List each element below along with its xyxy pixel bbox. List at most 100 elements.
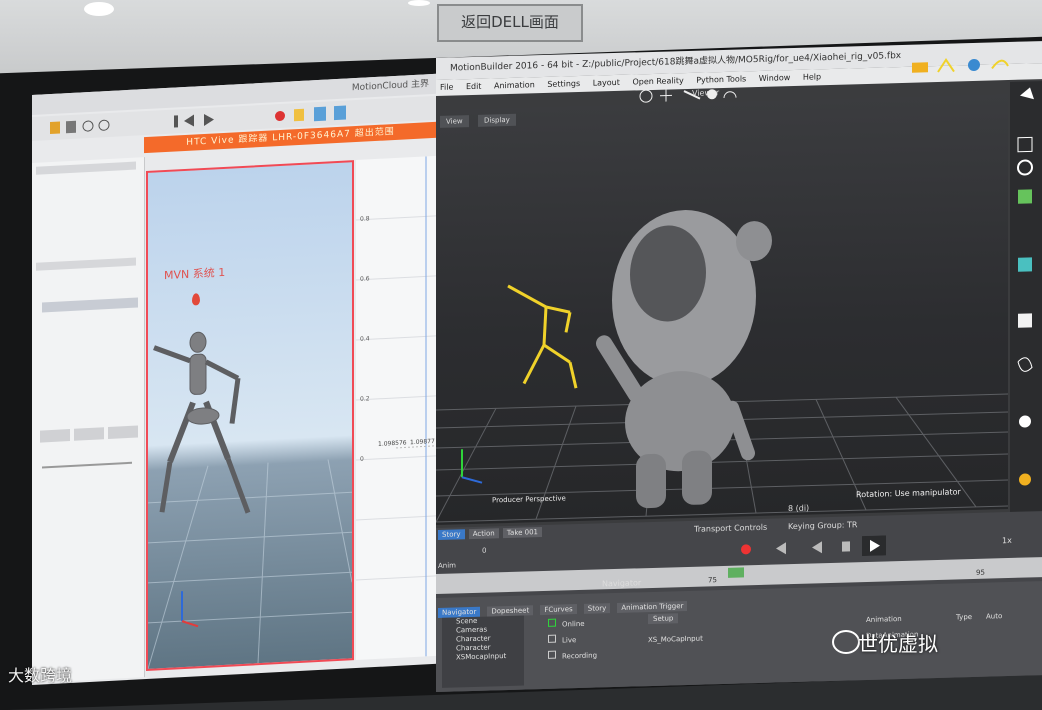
live-label: Live: [562, 636, 576, 644]
tab-story[interactable]: Story: [584, 603, 611, 614]
path-icon[interactable]: [992, 60, 1008, 68]
setup-tab[interactable]: Setup: [648, 613, 678, 624]
rewind-icon[interactable]: [184, 115, 194, 128]
right-label[interactable]: Animation: [866, 615, 902, 624]
tab-take[interactable]: Take 001: [503, 527, 542, 538]
left-monitor-screen: MotionCloud 主界 HTC Vive 跟踪器 LHR-0F3646A7…: [32, 74, 437, 685]
undo-icon[interactable]: [83, 121, 93, 132]
save-icon[interactable]: [66, 121, 76, 134]
selected-row[interactable]: [42, 297, 138, 312]
left-properties-panel: [32, 157, 145, 683]
scale-icon[interactable]: [1018, 189, 1032, 203]
panel-button[interactable]: [74, 427, 104, 441]
tick-label: 0.4: [360, 335, 370, 343]
device-checks[interactable]: Online Live Recording: [548, 616, 597, 665]
device-name: XS_MoCapInput: [648, 635, 703, 645]
tab-action[interactable]: Action: [469, 528, 499, 539]
menu-open-reality[interactable]: Open Reality: [632, 76, 683, 86]
ceiling-light: [84, 2, 114, 16]
rotate-icon[interactable]: [724, 92, 736, 98]
playback-controls[interactable]: [616, 535, 886, 563]
figure-icon[interactable]: [334, 106, 346, 121]
menu-file[interactable]: File: [440, 83, 453, 92]
scene-tree[interactable]: Scene Cameras Character Character XSMoca…: [442, 616, 524, 688]
tab-dopesheet[interactable]: Dopesheet: [487, 605, 533, 616]
timeline-tick: 75: [708, 576, 717, 584]
curve-icon[interactable]: [1018, 358, 1032, 372]
rotate-icon[interactable]: [1018, 160, 1032, 174]
ceiling-light: [408, 0, 430, 6]
transport-tabs[interactable]: Story Action Take 001: [438, 527, 544, 540]
light-icon[interactable]: [1019, 473, 1031, 485]
menu-edit[interactable]: Edit: [466, 82, 482, 91]
right-label[interactable]: Auto: [986, 612, 1002, 620]
graph-value: 1.098576: [378, 439, 407, 448]
tree-item[interactable]: XSMocapInput: [456, 652, 524, 663]
tab-animation-trigger[interactable]: Animation Trigger: [617, 601, 687, 613]
graph-grid: [356, 156, 436, 660]
mb-right-toolbar[interactable]: [1010, 81, 1042, 522]
checkbox-icon[interactable]: [548, 651, 556, 659]
layers-icon[interactable]: [912, 62, 928, 72]
tab-fcurves[interactable]: FCurves: [540, 604, 576, 615]
menu-window[interactable]: Window: [759, 73, 791, 83]
recording-label: Recording: [562, 652, 597, 661]
viewer-scene: [436, 94, 1008, 525]
timeline-tick: 95: [976, 569, 985, 577]
mvn-3d-viewport[interactable]: MVN 系统 1: [146, 160, 354, 671]
panel-button[interactable]: [108, 425, 138, 439]
hand-icon[interactable]: [294, 109, 304, 122]
skip-start-icon[interactable]: [174, 115, 178, 127]
graph-value: 1.09877: [410, 438, 435, 446]
step-back-icon[interactable]: [776, 542, 786, 554]
checkbox-online[interactable]: Online: [548, 616, 597, 633]
character-icon[interactable]: [1018, 257, 1032, 271]
checkbox-recording[interactable]: Recording: [548, 648, 597, 665]
checkbox-icon[interactable]: [548, 619, 556, 627]
menu-animation[interactable]: Animation: [494, 80, 535, 90]
checkbox-live[interactable]: Live: [548, 632, 597, 649]
record-icon[interactable]: [275, 111, 285, 122]
orbit-icon[interactable]: [640, 90, 652, 102]
tick-label: 0.2: [360, 395, 370, 403]
tick-label: 0.6: [360, 275, 370, 283]
axis-gizmo: [182, 590, 198, 627]
folder-icon[interactable]: [50, 122, 60, 135]
node-icon[interactable]: [968, 59, 980, 71]
speed-selector[interactable]: 1x: [1002, 536, 1012, 545]
slider-track[interactable]: [42, 462, 132, 469]
online-label: Online: [562, 620, 585, 629]
menu-python-tools[interactable]: Python Tools: [696, 74, 746, 84]
select-icon[interactable]: [1020, 87, 1034, 99]
menu-settings[interactable]: Settings: [547, 79, 580, 89]
menu-layout[interactable]: Layout: [593, 78, 620, 88]
record-icon[interactable]: [741, 544, 751, 554]
curve-graph-panel[interactable]: 0.8 0.6 0.4 0.2 0 1.098576 1.09877: [356, 156, 436, 660]
left-app-title: MotionCloud 主界: [352, 74, 429, 98]
watermark-left: 大数跨境: [8, 662, 72, 686]
tool-icons[interactable]: [1010, 81, 1042, 522]
tab-story[interactable]: Story: [438, 529, 465, 540]
sphere-icon[interactable]: [707, 89, 717, 99]
sphere-icon[interactable]: [1019, 415, 1031, 427]
peak-icon[interactable]: [938, 60, 954, 72]
mb-3d-viewer[interactable]: View Display: [436, 94, 1008, 525]
frame-value[interactable]: 0: [482, 547, 486, 555]
transport-label: Transport Controls: [694, 523, 767, 534]
menu-help[interactable]: Help: [803, 72, 821, 82]
panel-button[interactable]: [40, 429, 70, 443]
figure-icon[interactable]: [314, 107, 326, 122]
watermark-right: 世优虚拟: [858, 628, 938, 657]
keying-group[interactable]: Keying Group: TR: [788, 520, 857, 531]
play-icon[interactable]: [204, 113, 214, 126]
translate-icon[interactable]: [1018, 137, 1032, 151]
stop-icon[interactable]: [842, 541, 850, 551]
floor-grid: [148, 458, 352, 669]
redo-icon[interactable]: [99, 120, 109, 131]
checkbox-icon[interactable]: [548, 635, 556, 643]
play-back-icon[interactable]: [812, 541, 822, 553]
zoom-icon[interactable]: [684, 91, 700, 99]
right-label[interactable]: Type: [956, 613, 972, 621]
top-right-icons[interactable]: [912, 52, 1022, 79]
cube-icon[interactable]: [1018, 313, 1032, 327]
